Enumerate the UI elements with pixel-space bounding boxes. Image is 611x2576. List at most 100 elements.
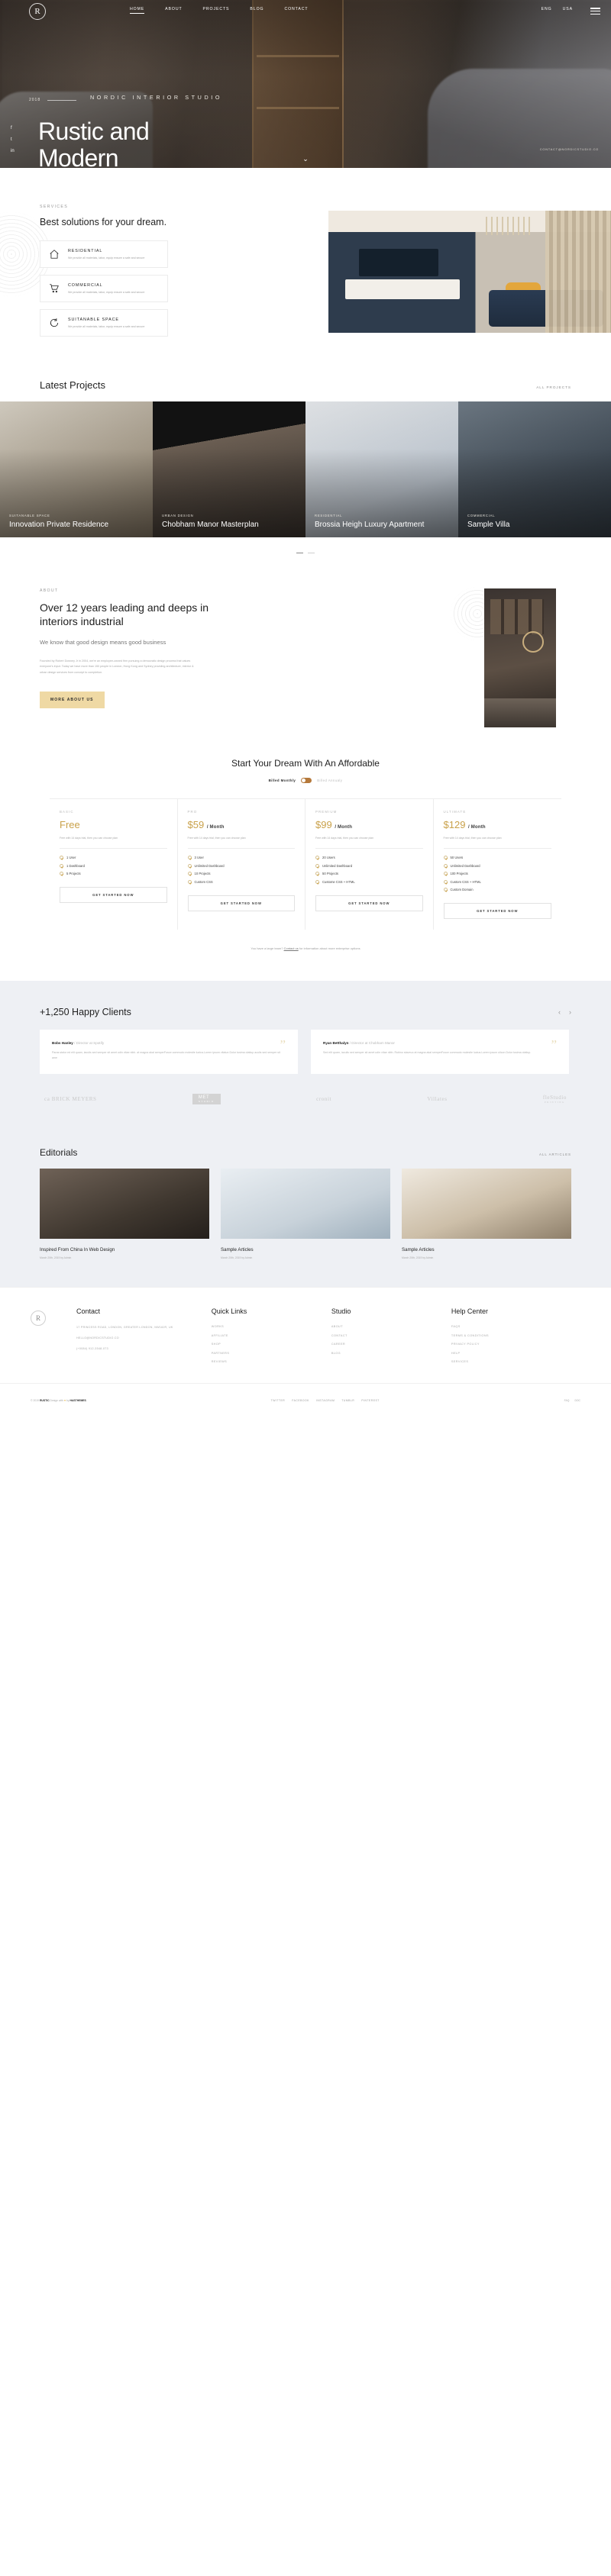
tv-decor (359, 249, 438, 276)
contact-us-link[interactable]: Contact us (284, 946, 299, 950)
chevron-right-icon[interactable]: › (569, 1008, 571, 1016)
footer-column-quick-links: Quick Links WORKS AFFILIATE SHOP PARTNER… (212, 1307, 331, 1369)
footer-link[interactable]: CAREER (331, 1343, 451, 1346)
services-eyebrow: SERVICES (40, 205, 69, 209)
projects-pagination[interactable] (0, 537, 611, 553)
footer-link[interactable]: SHOP (212, 1343, 331, 1346)
copyright-by: by (66, 1398, 70, 1402)
plan-cta-button[interactable]: GET STARTED NOW (60, 887, 167, 904)
plan-price: $129 / Month (444, 819, 552, 830)
footer-link[interactable]: HELP (451, 1352, 571, 1355)
about-subheading: We know that good design means good busi… (40, 639, 166, 646)
about-cta-button[interactable]: MORE ABOUT US (40, 692, 105, 709)
feature-item: 1 Dashboard (60, 863, 167, 868)
project-meta: URBAN DESIGN Chobham Manor Masterplan (162, 514, 259, 530)
article-card[interactable]: Inspired From China In Web Design March … (40, 1169, 209, 1259)
nav-item-contact[interactable]: CONTACT (284, 7, 308, 14)
refresh-icon (47, 316, 61, 330)
copyright-prefix: © 2019 (31, 1398, 39, 1402)
lang-eng[interactable]: ENG (541, 7, 552, 11)
testimonial-name: Bobs Hanley (52, 1041, 73, 1046)
clients-header: +1,250 Happy Clients ‹ › (0, 1007, 611, 1030)
legal-doc[interactable]: DOC (574, 1399, 580, 1402)
chevron-left-icon[interactable]: ‹ (558, 1008, 561, 1016)
nav-item-blog[interactable]: BLOG (250, 7, 263, 14)
footer-phone[interactable]: (+0084) 912-3548-073 (76, 1346, 212, 1352)
plan-cta-button[interactable]: GET STARTED NOW (187, 895, 295, 911)
copyright-mid: Design with (50, 1398, 64, 1402)
scroll-down-icon[interactable]: ⌄ (302, 155, 309, 163)
project-meta: COMMERCIAL Sample Villa (467, 514, 509, 530)
all-articles-link[interactable]: ALL ARTICLES (539, 1153, 571, 1156)
billed-monthly-label[interactable]: Billed Monthly (269, 779, 296, 782)
footer-link[interactable]: TERMS & CONDITIONS (451, 1334, 571, 1337)
pricing-card-pro: PRO $59 / Month Free with 14 days trial,… (178, 799, 306, 930)
menu-burger-icon[interactable] (590, 6, 600, 16)
footer-link[interactable]: WORKS (212, 1325, 331, 1328)
plan-price-period: / Month (206, 825, 225, 830)
brand-logo[interactable]: R (29, 3, 46, 20)
footer-link[interactable]: AFFILIATE (212, 1334, 331, 1337)
project-card[interactable]: URBAN DESIGN Chobham Manor Masterplan (153, 401, 306, 537)
plan-cta-button[interactable]: GET STARTED NOW (443, 903, 551, 920)
feature-label: Unlimited Dashboard (450, 863, 480, 868)
footer-link[interactable]: CONTACT (331, 1334, 451, 1337)
footer-link[interactable]: PRIVACY POLICY (451, 1343, 571, 1346)
article-card[interactable]: Sample Articles March 20th, 2019 by Admi… (221, 1169, 390, 1259)
project-card[interactable]: SUITANABLE SPACE Innovation Private Resi… (0, 401, 153, 537)
feature-label: Custom CSS + HTML (450, 879, 481, 884)
nav-item-projects[interactable]: PROJECTS (203, 7, 230, 14)
service-card-suitanable-space[interactable]: SUITANABLE SPACE We provide all material… (40, 309, 168, 337)
all-projects-link[interactable]: ALL PROJECTS (536, 385, 571, 389)
footer-link[interactable]: REVIEWS (212, 1360, 331, 1363)
plan-cta-button[interactable]: GET STARTED NOW (315, 895, 423, 911)
pricing-note-suffix: for information about more enterprise op… (299, 946, 360, 951)
social-twitter[interactable]: TWITTER (271, 1399, 286, 1402)
footer-link[interactable]: SERVICES (451, 1360, 571, 1363)
legal-faq[interactable]: FAQ (564, 1399, 570, 1402)
plan-price: $99 / Month (315, 819, 423, 830)
footer-heading: Contact (76, 1307, 101, 1316)
footer-logo-letter: R (35, 1314, 40, 1323)
social-facebook[interactable]: FACEBOOK (292, 1399, 309, 1402)
feature-item: Unlimited Dashboard (443, 863, 552, 868)
lang-usa[interactable]: USA (563, 7, 573, 11)
client-logo: MET STUDIO (192, 1094, 221, 1105)
hero-contact-email[interactable]: CONTACT@NORDICSTUDIO.CO (540, 147, 599, 151)
social-instagram[interactable]: INSTAGRAM (316, 1399, 335, 1402)
projects-title: Latest Projects (40, 379, 105, 391)
service-card-commercial[interactable]: COMMERCIAL We provide all materials, lab… (40, 275, 168, 302)
feature-item: Unlimited Dashboard (315, 863, 423, 868)
plan-price-value: $129 (443, 819, 466, 830)
check-icon (443, 872, 448, 876)
nav-item-home[interactable]: HOME (130, 7, 145, 14)
plan-desc: Free with 14 days trial, then you can ch… (60, 837, 118, 840)
social-pinterest[interactable]: PINTEREST (361, 1399, 380, 1402)
feature-label: 50 Projects (322, 872, 338, 876)
feature-label: 5 Projects (66, 872, 81, 876)
billing-switch[interactable] (301, 778, 312, 783)
footer-email[interactable]: HELLO@NORDICSTUDIO.CO (76, 1336, 212, 1341)
nav-item-about[interactable]: ABOUT (165, 7, 182, 14)
twitter-icon[interactable]: t (11, 137, 15, 142)
footer-link[interactable]: PARTNERS (212, 1352, 331, 1355)
clients-section: +1,250 Happy Clients ‹ › ” Bobs Hanley /… (0, 981, 611, 1128)
facebook-icon[interactable]: f (11, 126, 15, 131)
project-card[interactable]: RESIDENTIAL Brossia Heigh Luxury Apartme… (306, 401, 458, 537)
pricing-note-prefix: You have a large team? (251, 946, 283, 951)
footer-link[interactable]: BLOG (331, 1352, 451, 1355)
project-card[interactable]: COMMERCIAL Sample Villa (458, 401, 611, 537)
article-card[interactable]: Sample Articles March 20th, 2019 by Admi… (402, 1169, 571, 1259)
social-tumblr[interactable]: TUMBLR (341, 1399, 354, 1402)
feature-item: Custom CSS + HTML (443, 879, 552, 884)
linkedin-icon[interactable]: in (11, 149, 15, 153)
round-mirror-decor (522, 631, 544, 653)
service-desc: We provide all materials, labor, equip e… (68, 256, 145, 260)
footer-link[interactable]: ABOUT (331, 1325, 451, 1328)
footer-link[interactable]: FAQS (451, 1325, 571, 1328)
billed-annually-label[interactable]: Billed Annualy (317, 779, 342, 782)
feature-item: 20 Users (315, 856, 423, 860)
hero-title-line2: Modern (38, 144, 119, 169)
service-card-residential[interactable]: RESIDENTIAL We provide all materials, la… (40, 240, 168, 268)
feature-label: 1 Dashboard (66, 863, 85, 868)
